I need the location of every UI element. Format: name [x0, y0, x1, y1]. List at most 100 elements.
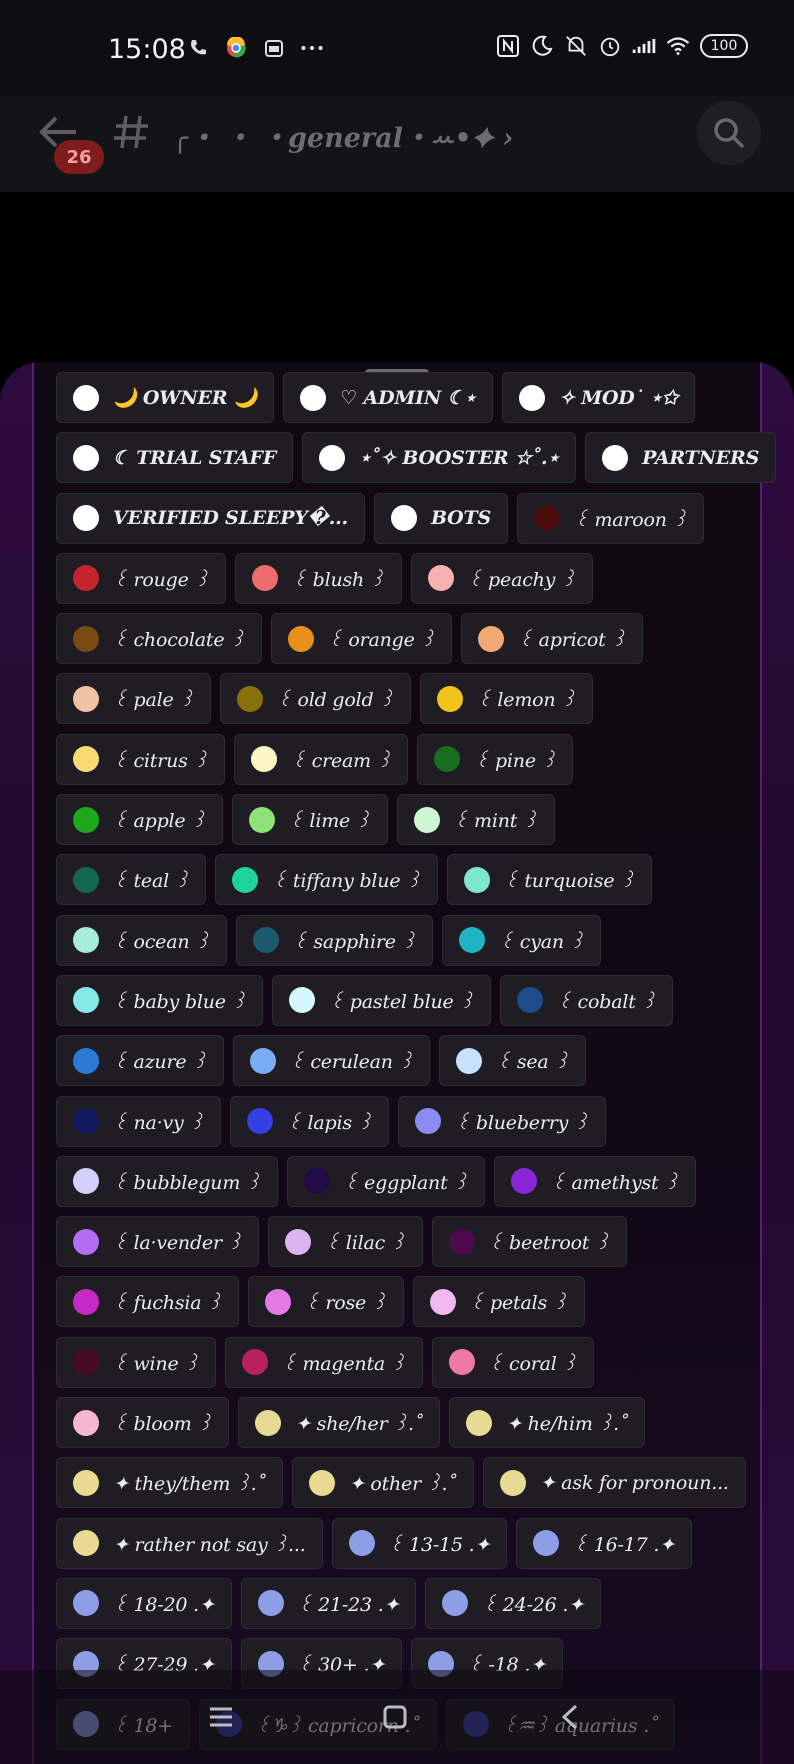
role-row: ꒰ ocean ꒱ ꒰ sapphire ꒱ ꒰ cyan ꒱	[56, 914, 746, 966]
role-chip[interactable]: 🌙 OWNER 🌙	[56, 372, 275, 423]
role-label: ꒰ coral ꒱	[488, 1352, 578, 1375]
role-chip[interactable]: ꒰ apple ꒱	[56, 794, 223, 846]
role-chip[interactable]: ꒰ bubblegum ꒱	[56, 1155, 278, 1207]
role-chip[interactable]: ✦ ask for pronoun...	[482, 1457, 746, 1509]
role-chip[interactable]: ✧ MOD˙ ⋆✩	[501, 372, 695, 423]
role-label: ꒰ tiffany blue ꒱	[272, 870, 421, 893]
role-chip[interactable]: ꒰ mint ꒱	[396, 794, 555, 846]
role-chip[interactable]: ꒰ lime ꒱	[231, 794, 388, 846]
role-chip[interactable]: ꒰ azure ꒱	[56, 1035, 224, 1087]
role-chip[interactable]: ✦ they/them ꒱.˚	[56, 1457, 283, 1509]
role-chip[interactable]: ☾ TRIAL STAFF	[56, 432, 294, 484]
role-chip[interactable]: ꒰ pastel blue ꒱	[272, 974, 492, 1026]
role-chip[interactable]: ⋆˚✧ BOOSTER ☆˚.⋆	[302, 432, 577, 484]
role-chip[interactable]: ꒰ turquoise ꒱	[446, 854, 652, 906]
role-color-dot	[242, 1349, 268, 1376]
role-row: ꒰ bubblegum ꒱ ꒰ eggplant ꒱ ꒰ amethyst ꒱	[56, 1155, 746, 1207]
role-chip[interactable]: ꒰ magenta ꒱	[225, 1336, 423, 1388]
role-chip[interactable]: ꒰ rose ꒱	[247, 1276, 404, 1328]
role-chip[interactable]: ꒰ eggplant ꒱	[286, 1155, 486, 1207]
role-chip[interactable]: ꒰ peachy ꒱	[410, 552, 593, 604]
role-label: ✦ she/her ꒱.˚	[295, 1413, 424, 1436]
role-color-dot	[73, 444, 99, 471]
role-chip[interactable]: ꒰ lapis ꒱	[230, 1095, 390, 1147]
role-chip[interactable]: VERIFIED SLEEPY�...	[56, 492, 365, 544]
role-color-dot	[429, 1288, 456, 1315]
role-label: ꒰ bloom ꒱	[113, 1413, 213, 1436]
role-chip[interactable]: ꒰ bloom ꒱	[56, 1397, 230, 1449]
role-chip[interactable]: ꒰ fuchsia ꒱	[56, 1276, 239, 1328]
role-chip[interactable]: ꒰ ocean ꒱	[56, 914, 227, 966]
role-chip[interactable]: ꒰ 18-20 .✦	[56, 1577, 232, 1629]
back-nav-icon[interactable]	[556, 1702, 586, 1732]
role-chip[interactable]: ✦ he/him ꒱.˚	[449, 1397, 646, 1449]
role-chip[interactable]: ꒰ citrus ꒱	[56, 733, 226, 785]
role-chip[interactable]: ꒰ maroon ꒱	[516, 492, 705, 544]
role-chip[interactable]: ꒰ coral ꒱	[431, 1336, 595, 1388]
role-color-dot	[249, 1047, 276, 1074]
role-chip[interactable]: ꒰ cerulean ꒱	[232, 1035, 431, 1087]
role-chip[interactable]: BOTS	[373, 492, 508, 544]
role-chip[interactable]: ꒰ na·vy ꒱	[56, 1095, 222, 1147]
role-chip[interactable]: ꒰ lemon ꒱	[419, 673, 593, 725]
role-chip[interactable]: PARTNERS	[585, 432, 777, 484]
role-label: BOTS	[430, 507, 491, 530]
role-chip[interactable]: ꒰ apricot ꒱	[461, 613, 644, 665]
role-chip[interactable]: ꒰ baby blue ꒱	[56, 974, 264, 1026]
role-chip[interactable]: ꒰ beetroot ꒱	[431, 1216, 627, 1268]
role-chip[interactable]: ꒰ sea ꒱	[439, 1035, 587, 1087]
role-color-dot	[442, 1590, 469, 1617]
role-chip[interactable]: ꒰ tiffany blue ꒱	[215, 854, 438, 906]
role-color-dot	[264, 1288, 291, 1315]
role-chip[interactable]: ꒰ sapphire ꒱	[235, 914, 434, 966]
search-button[interactable]	[697, 101, 761, 165]
role-color-dot	[73, 1108, 99, 1135]
role-color-dot	[73, 1530, 99, 1557]
alarm-icon	[598, 34, 622, 58]
role-chip[interactable]: ꒰ 13-15 .✦	[331, 1517, 508, 1569]
role-label: ꒰ fuchsia ꒱	[113, 1292, 222, 1315]
home-icon[interactable]	[380, 1702, 410, 1732]
role-list: 🌙 OWNER 🌙 ♡ ADMIN ☾⋆ ✧ MOD˙ ⋆✩ ☾ TRIAL STAF…	[56, 372, 777, 1759]
role-label: ꒰ 21-23 .✦	[297, 1593, 400, 1616]
role-chip[interactable]: ✦ she/her ꒱.˚	[238, 1397, 441, 1449]
role-label: ꒰ baby blue ꒱	[113, 990, 247, 1013]
role-chip[interactable]: ꒰ la·vender ꒱	[56, 1216, 260, 1268]
role-color-dot	[499, 1469, 526, 1496]
role-label: ꒰ rose ꒱	[304, 1292, 387, 1315]
role-chip[interactable]: ꒰ blueberry ꒱	[398, 1095, 606, 1147]
role-label: ♡ ADMIN ☾⋆	[340, 386, 476, 409]
role-chip[interactable]: ꒰ pine ꒱	[417, 733, 574, 785]
role-chip[interactable]: ꒰ cream ꒱	[234, 733, 409, 785]
role-label: ꒰ cerulean ꒱	[289, 1051, 414, 1074]
role-color-dot	[73, 806, 99, 833]
role-chip[interactable]: ꒰ rouge ꒱	[56, 552, 227, 604]
role-chip[interactable]: ꒰ old gold ꒱	[219, 673, 411, 725]
role-chip[interactable]: ꒰ 21-23 .✦	[240, 1577, 417, 1629]
role-chip[interactable]: ꒰ amethyst ꒱	[494, 1155, 696, 1207]
channel-name[interactable]: ╭・ ・ ・general・ꕀ•✦ ›	[172, 116, 513, 155]
calendar-icon	[262, 36, 286, 60]
role-chip[interactable]: ꒰ orange ꒱	[270, 613, 453, 665]
role-chip[interactable]: ꒰ cyan ꒱	[442, 914, 602, 966]
role-chip[interactable]: ꒰ teal ꒱	[56, 854, 207, 906]
role-label: ꒰ cyan ꒱	[499, 930, 585, 953]
role-chip[interactable]: ꒰ 16-17 .✦	[516, 1517, 692, 1569]
role-chip[interactable]: ꒰ cobalt ꒱	[500, 974, 674, 1026]
role-chip[interactable]: ꒰ blush ꒱	[235, 552, 402, 604]
role-chip[interactable]: ✦ other ꒱.˚	[291, 1457, 474, 1509]
role-chip[interactable]: ✦ rather not say ꒱...	[56, 1517, 323, 1569]
role-row: ꒰ bloom ꒱ ✦ she/her ꒱.˚ ✦ he/him ꒱.˚	[56, 1397, 746, 1449]
role-chip[interactable]: ꒰ chocolate ꒱	[56, 613, 262, 665]
role-chip[interactable]: ♡ ADMIN ☾⋆	[283, 372, 493, 423]
role-chip[interactable]: ꒰ pale ꒱	[56, 673, 211, 725]
role-chip[interactable]: ꒰ lilac ꒱	[268, 1216, 423, 1268]
signal-icon	[632, 34, 656, 58]
role-label: ꒰ eggplant ꒱	[343, 1171, 469, 1194]
role-chip[interactable]: ꒰ wine ꒱	[56, 1336, 216, 1388]
role-label: ꒰ lemon ꒱	[476, 689, 576, 712]
recent-apps-icon[interactable]	[206, 1702, 236, 1732]
role-color-dot	[232, 866, 259, 893]
role-chip[interactable]: ꒰ petals ꒱	[412, 1276, 585, 1328]
role-chip[interactable]: ꒰ 24-26 .✦	[425, 1577, 601, 1629]
